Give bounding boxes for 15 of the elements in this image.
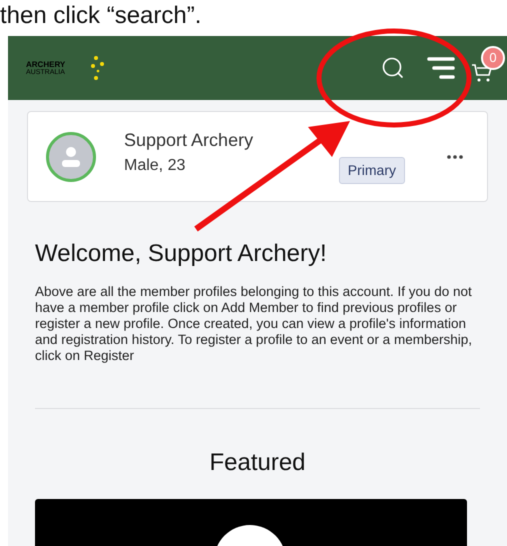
caption-text: then click “search”. [0,2,202,30]
profile-name: Support Archery [124,129,254,152]
more-icon[interactable] [447,154,463,158]
profile-card[interactable]: Support Archery Male, 23 Primary [27,111,488,202]
menu-icon[interactable] [427,55,455,81]
primary-badge: Primary [338,157,405,184]
logo-text: ARCHERY [26,60,66,68]
welcome-text: Above are all the member profiles belonging to this account. If you do not have a member profile click on Add Member to find previous profiles or register a new profile. Once created, you can view a profile's information and registration history. To register a profile to an event or a membership, click on Register [35,284,473,364]
person-icon [61,146,81,168]
welcome-heading: Welcome, Support Archery! [35,239,328,269]
cart-count-badge: 0 [481,46,505,70]
featured-heading: Featured [208,448,307,478]
profile-details: Male, 23 [124,156,186,176]
cart-icon[interactable] [471,62,493,84]
search-icon[interactable] [381,56,405,80]
